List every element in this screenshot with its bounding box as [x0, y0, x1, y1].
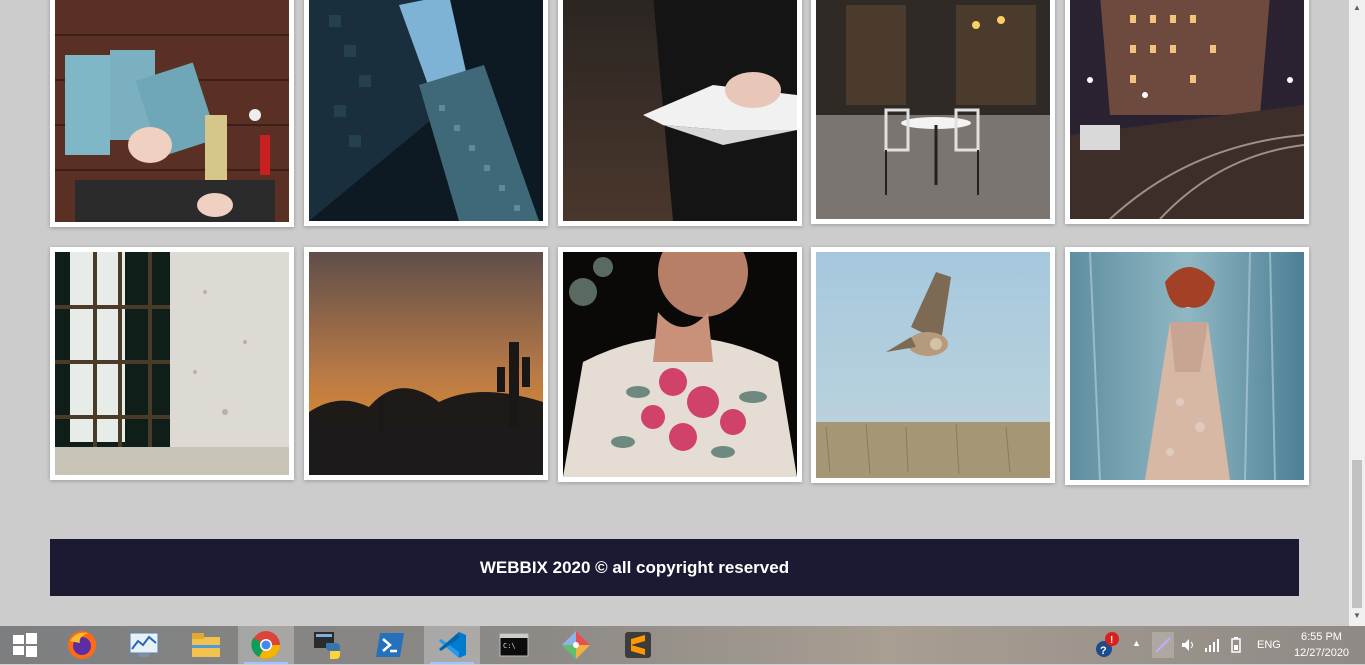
gallery-tile[interactable] — [50, 247, 294, 480]
gallery-tile[interactable] — [304, 0, 548, 226]
fantasy-woman-photo — [1070, 252, 1304, 480]
gallery-tile[interactable] — [1065, 0, 1309, 224]
taskbar-file-explorer[interactable] — [178, 626, 234, 664]
vertical-scrollbar[interactable]: ▲ ▼ — [1349, 0, 1365, 626]
volume-icon[interactable] — [1180, 637, 1196, 658]
gallery-tile[interactable] — [50, 0, 294, 227]
flying-owl-photo — [816, 252, 1050, 478]
gift-wrapping-photo — [55, 0, 289, 222]
reading-book-photo — [563, 0, 797, 221]
scroll-down-arrow-icon[interactable]: ▼ — [1349, 608, 1365, 624]
svg-text:?: ? — [1100, 645, 1107, 657]
bride-bouquet-photo — [563, 252, 797, 477]
folder-icon — [192, 633, 220, 657]
performance-monitor-icon — [129, 632, 159, 657]
gallery-tile[interactable] — [811, 247, 1055, 483]
taskbar-task-manager[interactable] — [116, 626, 172, 664]
clock-date[interactable]: 12/27/2020 — [1294, 647, 1349, 659]
show-hidden-icons-icon[interactable]: ▲ — [1132, 638, 1144, 650]
start-button[interactable] — [0, 626, 50, 664]
security-alert-icon[interactable]: ? ! — [1092, 630, 1122, 660]
taskbar-python[interactable] — [300, 626, 356, 664]
powershell-icon — [376, 633, 404, 657]
web-page: WEBBIX 2020 © all copyright reserved — [0, 0, 1349, 626]
language-indicator[interactable]: ENG — [1257, 639, 1281, 651]
gallery-tile[interactable] — [558, 0, 802, 226]
gallery-tile[interactable] — [558, 247, 802, 482]
windows-icon — [13, 633, 37, 657]
site-footer: WEBBIX 2020 © all copyright reserved — [50, 539, 1299, 596]
git-icon — [562, 631, 590, 659]
windows-taskbar: C:\ ? ! ▲ ENG 6:55 PM 12/27/2020 — [0, 626, 1365, 664]
window-wall-photo — [55, 252, 289, 475]
vscode-icon — [439, 632, 466, 658]
taskbar-sublime-text[interactable] — [610, 626, 666, 664]
pen-tray-icon[interactable] — [1152, 632, 1174, 658]
cmd-icon: C:\ — [499, 633, 529, 657]
gallery-tile[interactable] — [1065, 247, 1309, 485]
python-icon — [314, 632, 340, 659]
cafe-chairs-photo — [816, 0, 1050, 219]
firefox-icon — [68, 631, 96, 659]
taskbar-chrome[interactable] — [238, 626, 294, 664]
clock-time[interactable]: 6:55 PM — [1301, 631, 1342, 643]
taskbar-firefox[interactable] — [54, 626, 110, 664]
copyright-text: WEBBIX 2020 © all copyright reserved — [479, 557, 790, 577]
svg-text:C:\: C:\ — [503, 642, 516, 650]
sublime-icon — [625, 632, 651, 658]
taskbar-powershell[interactable] — [362, 626, 418, 664]
svg-text:!: ! — [1110, 635, 1113, 646]
network-icon[interactable] — [1204, 637, 1220, 658]
desert-sunset-photo — [309, 252, 543, 475]
chrome-icon — [251, 631, 280, 659]
taskbar-vscode[interactable] — [424, 626, 480, 664]
gallery-tile[interactable] — [811, 0, 1055, 224]
skyscraper-photo — [309, 0, 543, 221]
gallery-tile[interactable] — [304, 247, 548, 480]
night-street-photo — [1070, 0, 1304, 219]
taskbar-git[interactable] — [548, 626, 604, 664]
scrollbar-thumb[interactable] — [1352, 460, 1362, 608]
scroll-up-arrow-icon[interactable]: ▲ — [1349, 0, 1365, 16]
battery-icon[interactable] — [1228, 636, 1244, 659]
taskbar-command-prompt[interactable]: C:\ — [486, 626, 542, 664]
